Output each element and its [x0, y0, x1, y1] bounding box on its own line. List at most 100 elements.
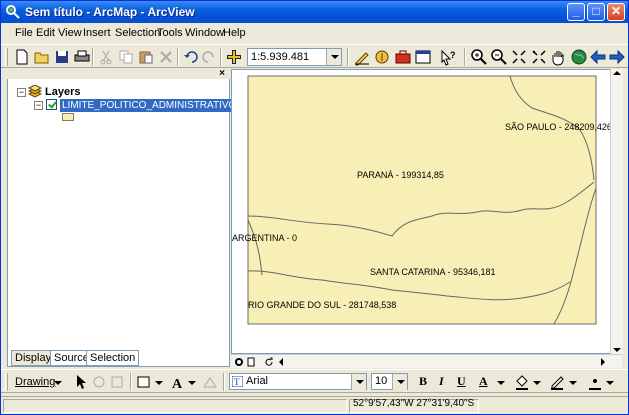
- forward-extent-icon[interactable]: [608, 48, 626, 66]
- layout-view-icon[interactable]: [246, 357, 256, 367]
- status-message: [3, 399, 347, 413]
- marker-color-icon[interactable]: [586, 373, 604, 391]
- chevron-down-icon[interactable]: [188, 381, 196, 385]
- zoom-in-icon[interactable]: [470, 48, 488, 66]
- maximize-button[interactable]: □: [587, 3, 605, 21]
- layer-name-limite-politico[interactable]: LIMITE_POLITICO_ADMINISTRATIVO: [60, 99, 239, 112]
- status-bar: [1, 396, 628, 414]
- map-states-polygon[interactable]: [247, 75, 597, 325]
- save-icon[interactable]: [53, 48, 71, 66]
- add-data-icon[interactable]: [225, 48, 243, 66]
- new-document-icon[interactable]: [13, 48, 31, 66]
- chevron-down-icon[interactable]: [533, 381, 541, 385]
- toc-header: [7, 69, 230, 79]
- layers-collapse-icon[interactable]: −: [17, 88, 26, 97]
- close-button[interactable]: ✕: [607, 3, 625, 21]
- arcmap-app-icon: [6, 5, 20, 19]
- fixed-zoom-out-icon[interactable]: [530, 48, 548, 66]
- chevron-down-icon[interactable]: [351, 374, 366, 390]
- font-name-value: Arial: [246, 375, 269, 387]
- map-horizontal-scrollbar[interactable]: [231, 354, 622, 368]
- pan-icon[interactable]: [550, 48, 568, 66]
- redo-icon[interactable]: [200, 48, 218, 66]
- map-canvas[interactable]: [232, 70, 621, 355]
- bold-button[interactable]: B: [419, 374, 427, 389]
- whats-this-icon[interactable]: ?: [439, 48, 457, 66]
- layer-symbol-swatch[interactable]: [62, 113, 74, 121]
- copy-icon[interactable]: [117, 48, 135, 66]
- table-of-contents: [7, 69, 230, 367]
- chevron-down-icon[interactable]: [155, 381, 163, 385]
- menu-insert[interactable]: Insert: [83, 27, 111, 39]
- chevron-down-icon[interactable]: [497, 381, 505, 385]
- layers-root-label[interactable]: Layers: [45, 86, 80, 98]
- menu-edit[interactable]: Edit: [36, 27, 55, 39]
- italic-button[interactable]: I: [439, 374, 444, 389]
- menu-file[interactable]: File: [15, 27, 33, 39]
- chevron-down-icon[interactable]: [606, 381, 614, 385]
- chevron-down-icon[interactable]: [569, 381, 577, 385]
- label-argentina: ARGENTINA - 0: [232, 233, 298, 243]
- chevron-down-icon[interactable]: [392, 374, 407, 390]
- font-size-value: 10: [375, 375, 388, 387]
- delete-icon[interactable]: [157, 48, 175, 66]
- tab-display[interactable]: Display: [11, 350, 56, 366]
- toc-close-button[interactable]: ×: [215, 69, 229, 80]
- scroll-right-icon[interactable]: [601, 358, 605, 366]
- label-sao-paulo: SÃO PAULO - 248209,426: [505, 122, 612, 132]
- map-scale-combo[interactable]: 1:5.939.481: [247, 48, 342, 66]
- back-extent-icon[interactable]: [589, 48, 607, 66]
- zoom-out-icon[interactable]: [490, 48, 508, 66]
- underline-button[interactable]: U: [457, 374, 466, 389]
- text-tool-icon[interactable]: A: [169, 373, 187, 392]
- map-vertical-scrollbar[interactable]: [610, 69, 623, 354]
- title-bar[interactable]: Sem título - ArcMap - ArcView _ □ ✕: [1, 1, 628, 23]
- drawing-toolbar-grip[interactable]: [5, 373, 8, 391]
- fixed-zoom-in-icon[interactable]: [510, 48, 528, 66]
- menu-selection[interactable]: Selection: [115, 27, 160, 39]
- font-name-combo[interactable]: T Arial: [229, 373, 367, 390]
- refresh-icon[interactable]: [264, 357, 274, 367]
- paste-icon[interactable]: [137, 48, 155, 66]
- zoom-whole-page-icon[interactable]: [109, 373, 127, 391]
- scroll-left-icon[interactable]: [279, 358, 283, 366]
- font-size-combo[interactable]: 10: [371, 373, 408, 390]
- rotate-icon[interactable]: [90, 373, 108, 391]
- map-display[interactable]: SÃO PAULO - 248209,426 PARANÁ - 199314,8…: [231, 69, 622, 354]
- svg-text:A: A: [172, 377, 183, 391]
- tab-selection[interactable]: Selection: [86, 350, 140, 366]
- select-elements-icon[interactable]: [72, 373, 90, 391]
- menu-window[interactable]: Window: [185, 27, 224, 39]
- label-rio-grande-do-sul: RIO GRANDE DO SUL - 281748,538: [248, 300, 397, 310]
- toolbox-icon[interactable]: [394, 48, 412, 66]
- cut-icon[interactable]: [97, 48, 115, 66]
- chevron-down-icon[interactable]: [54, 381, 62, 385]
- rectangle-icon[interactable]: [135, 373, 153, 391]
- map-scale-value: 1:5.939.481: [251, 51, 310, 63]
- window-icon[interactable]: [414, 48, 432, 66]
- drawing-menu[interactable]: Drawing: [15, 376, 55, 388]
- print-icon[interactable]: [73, 48, 91, 66]
- menu-help[interactable]: Help: [223, 27, 246, 39]
- undo-icon[interactable]: [182, 48, 200, 66]
- toolbar-grip[interactable]: [5, 48, 8, 66]
- data-view-icon[interactable]: [234, 357, 244, 367]
- arcmap-window: Sem título - ArcMap - ArcView _ □ ✕ File…: [0, 0, 629, 415]
- scroll-up-icon[interactable]: [613, 71, 621, 75]
- fill-color-icon[interactable]: [513, 373, 531, 391]
- line-color-icon[interactable]: [548, 373, 566, 391]
- open-icon[interactable]: [33, 48, 51, 66]
- text-color-button[interactable]: A: [479, 374, 488, 389]
- edit-vertices-icon[interactable]: [201, 373, 219, 391]
- full-extent-icon[interactable]: [570, 48, 588, 66]
- layer-collapse-icon[interactable]: −: [34, 101, 43, 110]
- catalog-icon[interactable]: [374, 48, 392, 66]
- layer-visibility-checkbox[interactable]: [46, 99, 57, 110]
- scroll-down-icon[interactable]: [613, 348, 621, 352]
- minimize-button[interactable]: _: [567, 3, 585, 21]
- menu-tools[interactable]: Tools: [157, 27, 183, 39]
- layers-icon: [28, 85, 42, 98]
- editor-icon[interactable]: [353, 48, 371, 66]
- chevron-down-icon[interactable]: [326, 49, 341, 65]
- menu-view[interactable]: View: [58, 27, 82, 39]
